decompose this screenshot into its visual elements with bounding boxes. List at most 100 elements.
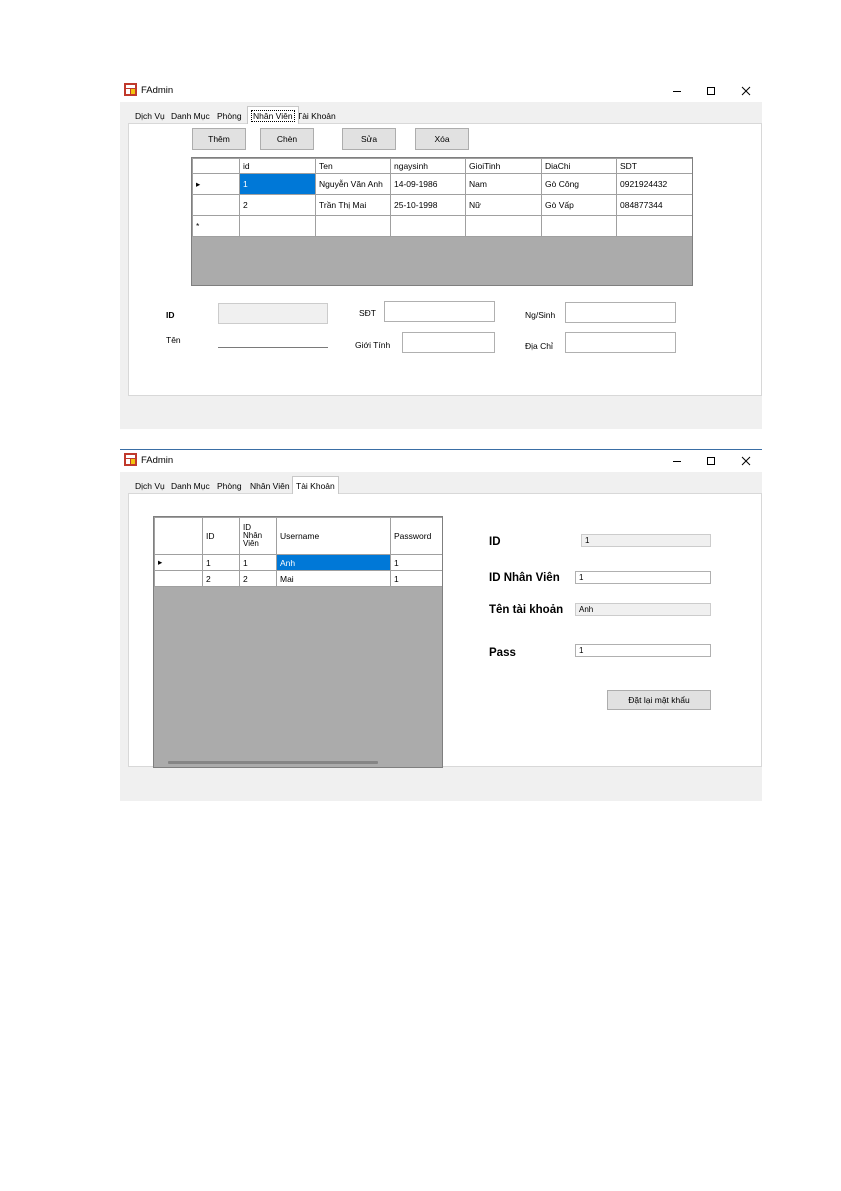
tab-label: Phòng	[217, 111, 242, 121]
column-header[interactable]: SDT	[616, 158, 692, 174]
taikhoan-tab-page: ID ID Nhân Viên Username Password ▸ 1 1 …	[128, 493, 762, 768]
id-nhanvien-label: ID Nhân Viên	[489, 572, 560, 584]
edit-button[interactable]: Sửa	[342, 128, 396, 150]
window-body: Dịch Vụ Danh Mục Phòng Nhân Viên Tài Kho…	[120, 102, 762, 429]
reset-password-button[interactable]: Đặt lại mật khẩu	[607, 690, 711, 710]
cell-id[interactable]: 1	[202, 554, 240, 571]
add-button[interactable]: Thêm	[192, 128, 246, 150]
close-icon[interactable]	[738, 453, 754, 469]
cell-empty[interactable]	[465, 215, 542, 237]
cell-sdt[interactable]: 084877344	[616, 194, 692, 216]
tab-nhanvien[interactable]: Nhân Viên	[247, 479, 293, 494]
column-header[interactable]: GioiTinh	[465, 158, 542, 174]
table-row[interactable]: 2 Trần Thị Mai 25-10-1998 Nữ Gò Vấp 0848…	[192, 194, 692, 216]
tab-dichvu[interactable]: Dịch Vụ	[132, 109, 168, 124]
column-header[interactable]: id	[239, 158, 316, 174]
cell-ten[interactable]: Nguyễn Văn Anh	[315, 173, 391, 195]
ten-taikhoan-field[interactable]: Anh	[575, 603, 711, 616]
cell-username[interactable]: Anh	[276, 554, 391, 571]
column-header[interactable]: DiaChi	[541, 158, 617, 174]
cell-id-nhanvien[interactable]: 2	[239, 570, 277, 587]
tab-label: Nhân Viên	[251, 110, 295, 122]
minimize-icon[interactable]	[669, 453, 685, 469]
column-header[interactable]: ID Nhân Viên	[239, 517, 277, 555]
ngsinh-label: Ng/Sinh	[525, 310, 556, 320]
row-header[interactable]: *	[192, 215, 240, 237]
cell-id[interactable]: 2	[202, 570, 240, 587]
sdt-field[interactable]	[384, 301, 495, 322]
tab-label: Dịch Vụ	[135, 111, 165, 121]
nhanvien-grid[interactable]: id Ten ngaysinh GioiTinh DiaChi SDT ▸ 1 …	[191, 157, 693, 286]
tab-label: Tài Khoản	[297, 111, 336, 121]
cell-diachi[interactable]: Gò Vấp	[541, 194, 617, 216]
gioitinh-label: Giới Tính	[355, 340, 391, 350]
window-title: FAdmin	[141, 85, 174, 96]
table-row[interactable]: 2 2 Mai 1	[154, 570, 442, 587]
cell-empty[interactable]	[541, 215, 617, 237]
app-icon	[124, 83, 137, 96]
tab-label: Tài Khoản	[296, 481, 335, 491]
tab-danhmuc[interactable]: Danh Mục	[168, 109, 213, 124]
diachi-field[interactable]	[565, 332, 676, 353]
pass-label: Pass	[489, 647, 516, 659]
ngsinh-field[interactable]	[565, 302, 676, 323]
cell-username[interactable]: Mai	[276, 570, 391, 587]
column-header[interactable]: ngaysinh	[390, 158, 466, 174]
tab-dichvu[interactable]: Dịch Vụ	[132, 479, 168, 494]
cell-empty[interactable]	[616, 215, 692, 237]
row-header[interactable]: ▸	[192, 173, 240, 195]
maximize-icon[interactable]	[703, 83, 719, 99]
title-bar[interactable]: FAdmin	[120, 450, 762, 472]
column-header[interactable]: Password	[390, 517, 442, 555]
minimize-icon[interactable]	[669, 83, 685, 99]
cell-diachi[interactable]: Gò Công	[541, 173, 617, 195]
sdt-label: SĐT	[359, 308, 376, 318]
cell-ngaysinh[interactable]: 14-09-1986	[390, 173, 466, 195]
pass-field[interactable]: 1	[575, 644, 711, 657]
table-row[interactable]: ▸ 1 1 Anh 1	[154, 554, 442, 571]
cell-id[interactable]: 2	[239, 194, 316, 216]
id-nhanvien-field[interactable]: 1	[575, 571, 711, 584]
close-icon[interactable]	[738, 83, 754, 99]
tab-danhmuc[interactable]: Danh Mục	[168, 479, 213, 494]
id-label: ID	[489, 536, 501, 548]
ten-field[interactable]	[218, 327, 328, 348]
column-header[interactable]: Ten	[315, 158, 391, 174]
horizontal-scrollbar[interactable]	[168, 761, 378, 764]
maximize-icon[interactable]	[703, 453, 719, 469]
new-row[interactable]: *	[192, 215, 692, 237]
insert-button[interactable]: Chèn	[260, 128, 314, 150]
cell-password[interactable]: 1	[390, 570, 442, 587]
cell-id[interactable]: 1	[239, 173, 316, 195]
gioitinh-field[interactable]	[402, 332, 495, 353]
id-field[interactable]: 1	[581, 534, 711, 547]
tab-phong[interactable]: Phòng	[214, 479, 245, 494]
cell-gioitinh[interactable]: Nam	[465, 173, 542, 195]
cell-empty[interactable]	[239, 215, 316, 237]
id-field[interactable]	[218, 303, 328, 324]
tab-phong[interactable]: Phòng	[214, 109, 245, 124]
cell-empty[interactable]	[315, 215, 391, 237]
cell-password[interactable]: 1	[390, 554, 442, 571]
row-header[interactable]	[192, 194, 240, 216]
ten-taikhoan-label: Tên tài khoản	[489, 604, 564, 616]
title-bar[interactable]: FAdmin	[120, 80, 762, 102]
column-header[interactable]: Username	[276, 517, 391, 555]
tab-taikhoan[interactable]: Tài Khoản	[294, 109, 339, 124]
cell-gioitinh[interactable]: Nữ	[465, 194, 542, 216]
tab-taikhoan[interactable]: Tài Khoản	[292, 476, 339, 494]
cell-sdt[interactable]: 0921924432	[616, 173, 692, 195]
cell-ten[interactable]: Trần Thị Mai	[315, 194, 391, 216]
row-header[interactable]	[154, 570, 203, 587]
column-header[interactable]: ID	[202, 517, 240, 555]
row-header[interactable]: ▸	[154, 554, 203, 571]
tab-label: Danh Mục	[171, 481, 210, 491]
tab-nhanvien[interactable]: Nhân Viên	[247, 106, 299, 124]
table-row[interactable]: ▸ 1 Nguyễn Văn Anh 14-09-1986 Nam Gò Côn…	[192, 173, 692, 195]
tab-label: Phòng	[217, 481, 242, 491]
delete-button[interactable]: Xóa	[415, 128, 469, 150]
cell-empty[interactable]	[390, 215, 466, 237]
cell-id-nhanvien[interactable]: 1	[239, 554, 277, 571]
cell-ngaysinh[interactable]: 25-10-1998	[390, 194, 466, 216]
taikhoan-grid[interactable]: ID ID Nhân Viên Username Password ▸ 1 1 …	[153, 516, 443, 768]
